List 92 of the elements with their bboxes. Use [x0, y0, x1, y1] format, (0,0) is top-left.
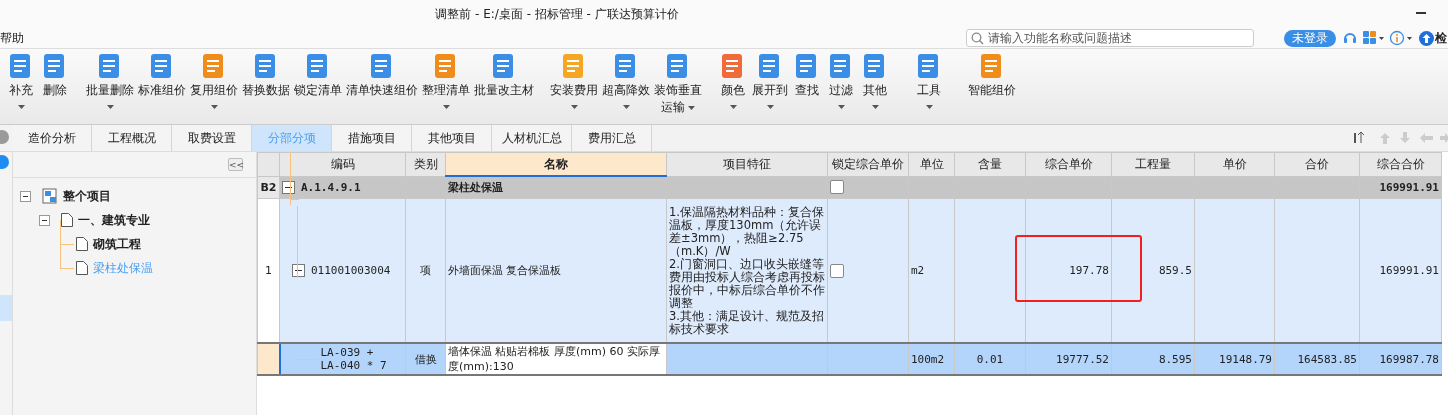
- document-icon: [60, 212, 74, 228]
- caret-icon: [443, 105, 450, 109]
- toolbar-button[interactable]: 替换数据: [240, 52, 292, 109]
- caret-icon: [926, 105, 933, 109]
- info-icon[interactable]: [1390, 30, 1414, 46]
- search-icon: [971, 31, 984, 45]
- table-cell: 0.01: [976, 352, 1004, 366]
- caret-icon: [767, 105, 774, 109]
- caret-icon: [688, 105, 695, 110]
- table-cell: 19148.79: [1219, 352, 1272, 366]
- column-header[interactable]: 项目特征: [666, 152, 828, 176]
- checkbox[interactable]: [830, 180, 844, 195]
- toolbar-button[interactable]: 复用组价: [188, 52, 240, 109]
- table-cell: 19777.52: [1056, 352, 1109, 366]
- document-icon: [75, 260, 89, 276]
- table-cell: 借换: [414, 352, 437, 366]
- column-header[interactable]: 合价: [1274, 152, 1360, 176]
- table-cell: 169991.91: [1379, 180, 1439, 194]
- column-header[interactable]: 综合单价: [1025, 152, 1112, 176]
- column-header[interactable]: 单价: [1194, 152, 1275, 176]
- column-header[interactable]: 综合合价: [1359, 152, 1442, 176]
- caret-icon: [730, 105, 737, 109]
- toolbar-button[interactable]: 超高降效: [600, 52, 652, 109]
- collapse-icon[interactable]: [20, 190, 31, 202]
- menu-item[interactable]: 帮助: [0, 29, 26, 47]
- table-cell: 169991.91: [1379, 264, 1439, 277]
- toolbar-button[interactable]: 删除: [38, 52, 72, 109]
- table-cell: 859.5: [1158, 264, 1192, 277]
- caret-icon: [623, 105, 630, 109]
- collapse-button[interactable]: <<: [228, 158, 243, 171]
- toolbar-button[interactable]: 颜色: [716, 52, 750, 109]
- column-header[interactable]: 类别: [405, 152, 446, 176]
- search-field[interactable]: 请输入功能名称或问题描述: [966, 29, 1254, 47]
- check-button[interactable]: 检: [1419, 29, 1447, 47]
- table-cell: 169987.78: [1379, 352, 1439, 366]
- tree-line: [60, 244, 74, 269]
- column-header[interactable]: 单位: [908, 152, 955, 176]
- toolbar-button[interactable]: 补充: [4, 52, 38, 109]
- collapse-icon[interactable]: [292, 264, 305, 277]
- toolbar-button[interactable]: 安装费用: [548, 52, 600, 109]
- table-cell: 164583.85: [1297, 352, 1357, 366]
- column-header[interactable]: 工程量: [1111, 152, 1195, 176]
- table-cell-text: LA-039 + LA-040 * 7: [320, 346, 388, 372]
- table-cell: 1.保温隔热材料品种：复合保温板，厚度130mm（允许误差±3mm），热阻≥2.75（m.K）/W 2.门窗洞口、边口收头嵌缝等费用由投标人综合考虑再投标报价中，中标后综合单价不作调整 3.其他：满足设计、规范及招标技术要求: [669, 205, 825, 336]
- table-cell: 197.78: [1069, 264, 1109, 277]
- caret-icon: [211, 105, 218, 109]
- row-number: B2: [260, 180, 277, 194]
- column-header[interactable]: 锁定综合单价: [827, 152, 909, 176]
- table-cell: 项: [420, 264, 431, 277]
- apps-icon[interactable]: [1363, 31, 1385, 45]
- tree-item[interactable]: 整个项目: [63, 187, 111, 205]
- toolbar-button[interactable]: 工具: [912, 52, 946, 109]
- checkbox[interactable]: [830, 263, 844, 278]
- tree-line: [295, 359, 318, 360]
- collapse-icon[interactable]: [39, 214, 50, 226]
- caret-icon: [872, 105, 879, 109]
- toolbar-button[interactable]: 装饰垂直运输: [652, 52, 704, 116]
- document-icon: [75, 236, 89, 252]
- move-arrows-icon[interactable]: [1352, 130, 1448, 146]
- table-cell: 011001003004: [311, 264, 391, 277]
- toolbar-button[interactable]: 整理清单: [420, 52, 472, 109]
- table-cell: 8.595: [1158, 352, 1192, 366]
- tree-line: [60, 220, 74, 245]
- caret-icon: [838, 105, 845, 109]
- column-header[interactable]: 名称: [445, 152, 667, 176]
- table-cell: m2: [911, 264, 925, 277]
- window-title: 调整前 - E:/桌面 - 招标管理 - 广联达预算计价: [435, 5, 679, 23]
- caret-icon: [571, 105, 578, 109]
- toolbar-button[interactable]: 查找: [790, 52, 824, 109]
- toolbar-button[interactable]: 展开到: [750, 52, 790, 109]
- toolbar-button[interactable]: 其他: [858, 52, 892, 109]
- caret-icon: [107, 105, 114, 109]
- column-header[interactable]: 编码: [279, 152, 406, 176]
- table-cell: A.1.4.9.1: [301, 180, 361, 194]
- project-icon: [41, 187, 59, 205]
- column-header[interactable]: 含量: [954, 152, 1026, 176]
- toolbar-button[interactable]: 批量改主材: [472, 52, 536, 109]
- caret-icon: [18, 105, 25, 109]
- toolbar-button[interactable]: 批量删除: [84, 52, 136, 109]
- headset-icon[interactable]: [1342, 30, 1358, 46]
- tree-item[interactable]: 一、建筑专业: [78, 211, 150, 229]
- table-cell: 梁柱处保温: [448, 181, 503, 194]
- toolbar-button[interactable]: 标准组价: [136, 52, 188, 109]
- toolbar-button[interactable]: 智能组价: [966, 52, 1018, 109]
- toolbar-button[interactable]: 锁定清单: [292, 52, 344, 109]
- table-cell: 墙体保温 粘贴岩棉板 厚度(mm) 60 实际厚度(mm):130: [448, 345, 660, 373]
- toolbar-button[interactable]: 清单快速组价: [344, 52, 420, 109]
- table-cell: 100m2: [911, 352, 945, 366]
- tree-item[interactable]: 砌筑工程: [93, 235, 141, 253]
- row-number: 1: [265, 264, 272, 277]
- toolbar-button[interactable]: 过滤: [824, 52, 858, 109]
- table-cell: 外墙面保温 复合保温板: [448, 264, 562, 277]
